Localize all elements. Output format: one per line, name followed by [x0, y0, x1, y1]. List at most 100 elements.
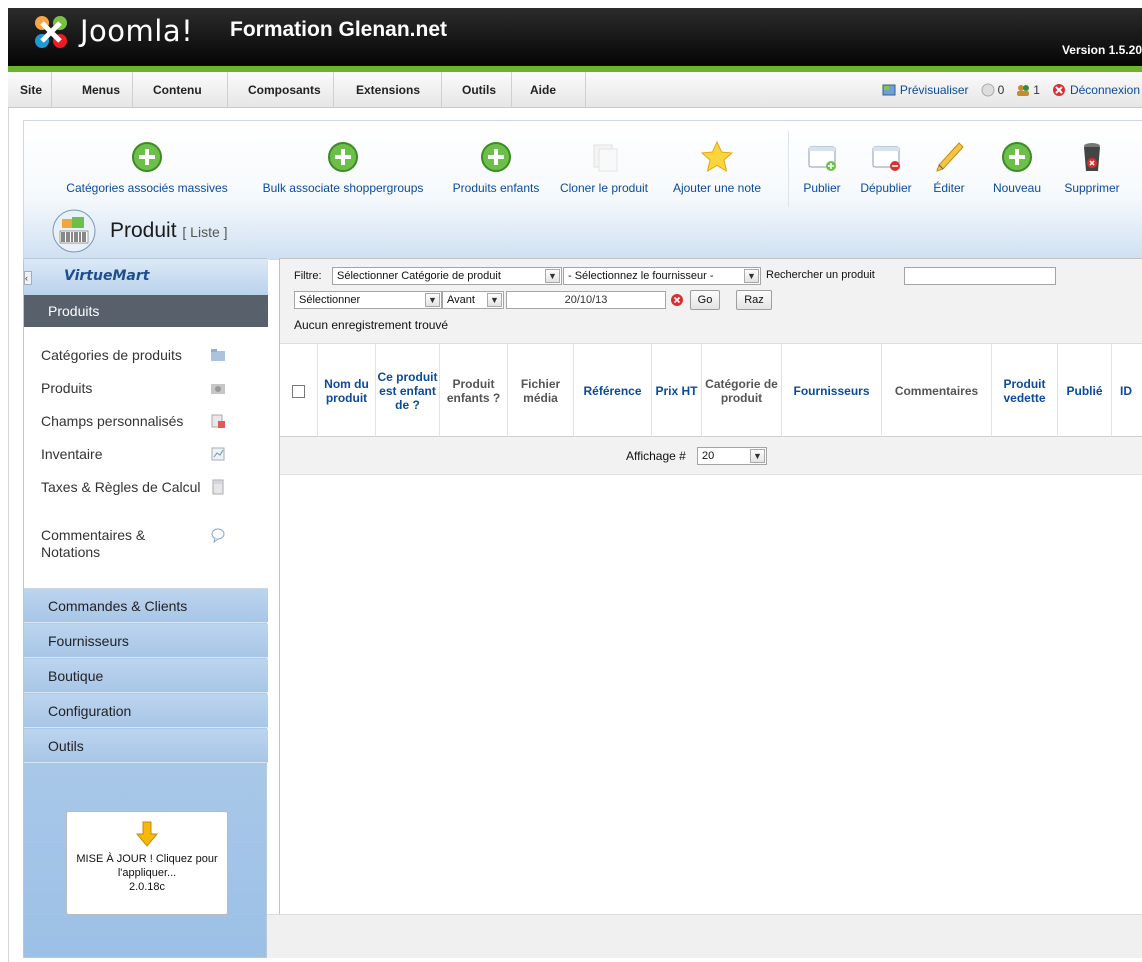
- column-fournisseurs[interactable]: Fournisseurs: [782, 344, 882, 438]
- sidebar-section-outils[interactable]: Outils: [24, 729, 268, 763]
- sidebar-item-champs-personnalises[interactable]: Champs personnalisés: [41, 413, 201, 430]
- toolbar-button-supprimer[interactable]: Supprimer: [1054, 139, 1130, 195]
- column-prix-ht[interactable]: Prix HT: [652, 344, 702, 438]
- collapse-sidebar-button[interactable]: ‹: [24, 271, 32, 285]
- select-all-checkbox[interactable]: [292, 384, 305, 398]
- sidebar-section-boutique[interactable]: Boutique: [24, 659, 268, 693]
- chevron-down-icon: ▼: [487, 293, 502, 307]
- logout-icon: [1052, 84, 1065, 96]
- chevron-down-icon: ▼: [744, 269, 759, 283]
- chevron-down-icon: ▼: [425, 293, 440, 307]
- preview-link[interactable]: Prévisualiser: [882, 72, 969, 108]
- menu-menus[interactable]: Menus: [52, 72, 133, 108]
- toolbar-button-produits-enfants[interactable]: Produits enfants: [444, 139, 548, 195]
- toolbar-button-categories-massives[interactable]: Catégories associés massives: [52, 139, 242, 195]
- date-when-select[interactable]: Avant ▼: [442, 291, 504, 309]
- date-type-value: Sélectionner: [299, 294, 361, 306]
- page-size-value: 20: [702, 450, 715, 462]
- vendor-select[interactable]: - Sélectionnez le fournisseur - ▼: [563, 267, 761, 285]
- sidebar-item-produits[interactable]: Produits: [41, 380, 201, 397]
- search-label: Rechercher un produit: [766, 269, 875, 281]
- update-notice[interactable]: MISE À JOUR ! Cliquez pour l'appliquer..…: [66, 811, 228, 915]
- publish-icon: [808, 146, 836, 171]
- column-id[interactable]: ID: [1112, 344, 1140, 438]
- column-vedette[interactable]: Produit vedette: [992, 344, 1058, 438]
- sidebar: ‹ VirtueMart Produits Catégories de prod…: [23, 258, 268, 958]
- column-nom[interactable]: Nom du produit: [318, 344, 376, 438]
- sidebar-section-produits[interactable]: Produits: [24, 295, 268, 327]
- sidebar-item-inventaire[interactable]: Inventaire: [41, 446, 201, 463]
- pager-label: Affichage #: [626, 449, 686, 463]
- messages-status[interactable]: 0: [981, 72, 1005, 108]
- add-icon: [1002, 142, 1032, 172]
- page-size-select[interactable]: 20 ▼: [697, 447, 767, 465]
- sidebar-submenu: Catégories de produits Produits Champs p…: [24, 327, 268, 589]
- menu-extensions[interactable]: Extensions: [334, 72, 442, 108]
- users-status[interactable]: 1: [1016, 72, 1040, 108]
- joomla-header: Joomla! Formation Glenan.net Version 1.5…: [8, 8, 1142, 72]
- toolbar-button-depublier[interactable]: Dépublier: [854, 139, 918, 195]
- page-subtitle: [ Liste ]: [182, 224, 228, 240]
- virtuemart-logo-area: ‹ VirtueMart: [24, 259, 268, 295]
- menu-contenu[interactable]: Contenu: [133, 72, 228, 108]
- filter-label: Filtre:: [294, 270, 322, 282]
- sidebar-item-categories[interactable]: Catégories de produits: [41, 347, 201, 364]
- select-all-cell: [280, 344, 318, 438]
- toolbar-separator: [788, 131, 789, 207]
- sidebar-section-configuration[interactable]: Configuration: [24, 694, 268, 728]
- toolbar-button-bulk-shoppergroups[interactable]: Bulk associate shoppergroups: [250, 139, 436, 195]
- sidebar-item-taxes[interactable]: Taxes & Règles de Calcul: [41, 479, 201, 496]
- users-count: 1: [1033, 83, 1040, 97]
- menu-composants[interactable]: Composants: [228, 72, 334, 108]
- sidebar-section-fournisseurs[interactable]: Fournisseurs: [24, 624, 268, 658]
- search-input[interactable]: [904, 267, 1056, 285]
- toolbar-label: Dépublier: [860, 181, 912, 195]
- toolbar-button-nouveau[interactable]: Nouveau: [986, 139, 1048, 195]
- clear-date-icon[interactable]: [670, 293, 684, 307]
- category-select-value: Sélectionner Catégorie de produit: [337, 270, 501, 282]
- column-parent[interactable]: Ce produit est enfant de ?: [376, 344, 440, 438]
- toolbar-label: Éditer: [933, 181, 965, 195]
- add-icon: [328, 142, 358, 172]
- column-fichier-media: Fichier média: [508, 344, 574, 438]
- download-arrow-icon: [135, 821, 159, 847]
- menu-outils[interactable]: Outils: [442, 72, 512, 108]
- menu-site[interactable]: Site: [8, 72, 52, 108]
- logout-label: Déconnexion: [1069, 83, 1140, 97]
- toolbar-label: Ajouter une note: [672, 181, 762, 195]
- column-enfants: Produit enfants ?: [440, 344, 508, 438]
- unpublish-icon: [872, 146, 900, 171]
- vendor-select-value: - Sélectionnez le fournisseur -: [568, 270, 714, 282]
- toolbar-button-clone[interactable]: Cloner le produit: [554, 139, 654, 195]
- toolbar-button-add-note[interactable]: Ajouter une note: [662, 139, 772, 195]
- reset-button[interactable]: Raz: [736, 290, 772, 310]
- page-title-block: Produit [ Liste ]: [52, 209, 228, 253]
- content-frame: Catégories associés massives Bulk associ…: [8, 108, 1142, 962]
- toolbar: Catégories associés massives Bulk associ…: [23, 120, 1142, 260]
- add-icon: [132, 142, 162, 172]
- column-publie[interactable]: Publié: [1058, 344, 1112, 438]
- messages-count: 0: [997, 83, 1005, 97]
- toolbar-label: Bulk associate shoppergroups: [262, 181, 424, 195]
- product-list-panel: Filtre: Sélectionner Catégorie de produi…: [279, 258, 1142, 958]
- column-commentaires: Commentaires: [882, 344, 992, 438]
- sidebar-item-commentaires[interactable]: Commentaires & Notations: [41, 527, 201, 561]
- column-reference[interactable]: Référence: [574, 344, 652, 438]
- logout-link[interactable]: Déconnexion: [1052, 72, 1140, 108]
- category-select[interactable]: Sélectionner Catégorie de produit ▼: [332, 267, 562, 285]
- sidebar-section-commandes[interactable]: Commandes & Clients: [24, 589, 268, 623]
- inventory-icon: [211, 447, 225, 461]
- date-input[interactable]: 20/10/13: [506, 291, 666, 309]
- menu-aide[interactable]: Aide: [512, 72, 586, 108]
- product-barcode-icon: [52, 209, 96, 253]
- site-name: Formation Glenan.net: [230, 18, 448, 41]
- toolbar-button-editer[interactable]: Éditer: [924, 139, 974, 195]
- toolbar-button-publier[interactable]: Publier: [792, 139, 852, 195]
- custom-fields-icon: [211, 414, 225, 428]
- date-when-value: Avant: [447, 294, 475, 306]
- edit-icon: [936, 142, 964, 172]
- status-bar: Prévisualiser 0 1 Déconnexion: [882, 72, 1142, 108]
- product-table-header: Nom du produit Ce produit est enfant de …: [280, 343, 1142, 438]
- go-button[interactable]: Go: [690, 290, 720, 310]
- date-type-select[interactable]: Sélectionner ▼: [294, 291, 442, 309]
